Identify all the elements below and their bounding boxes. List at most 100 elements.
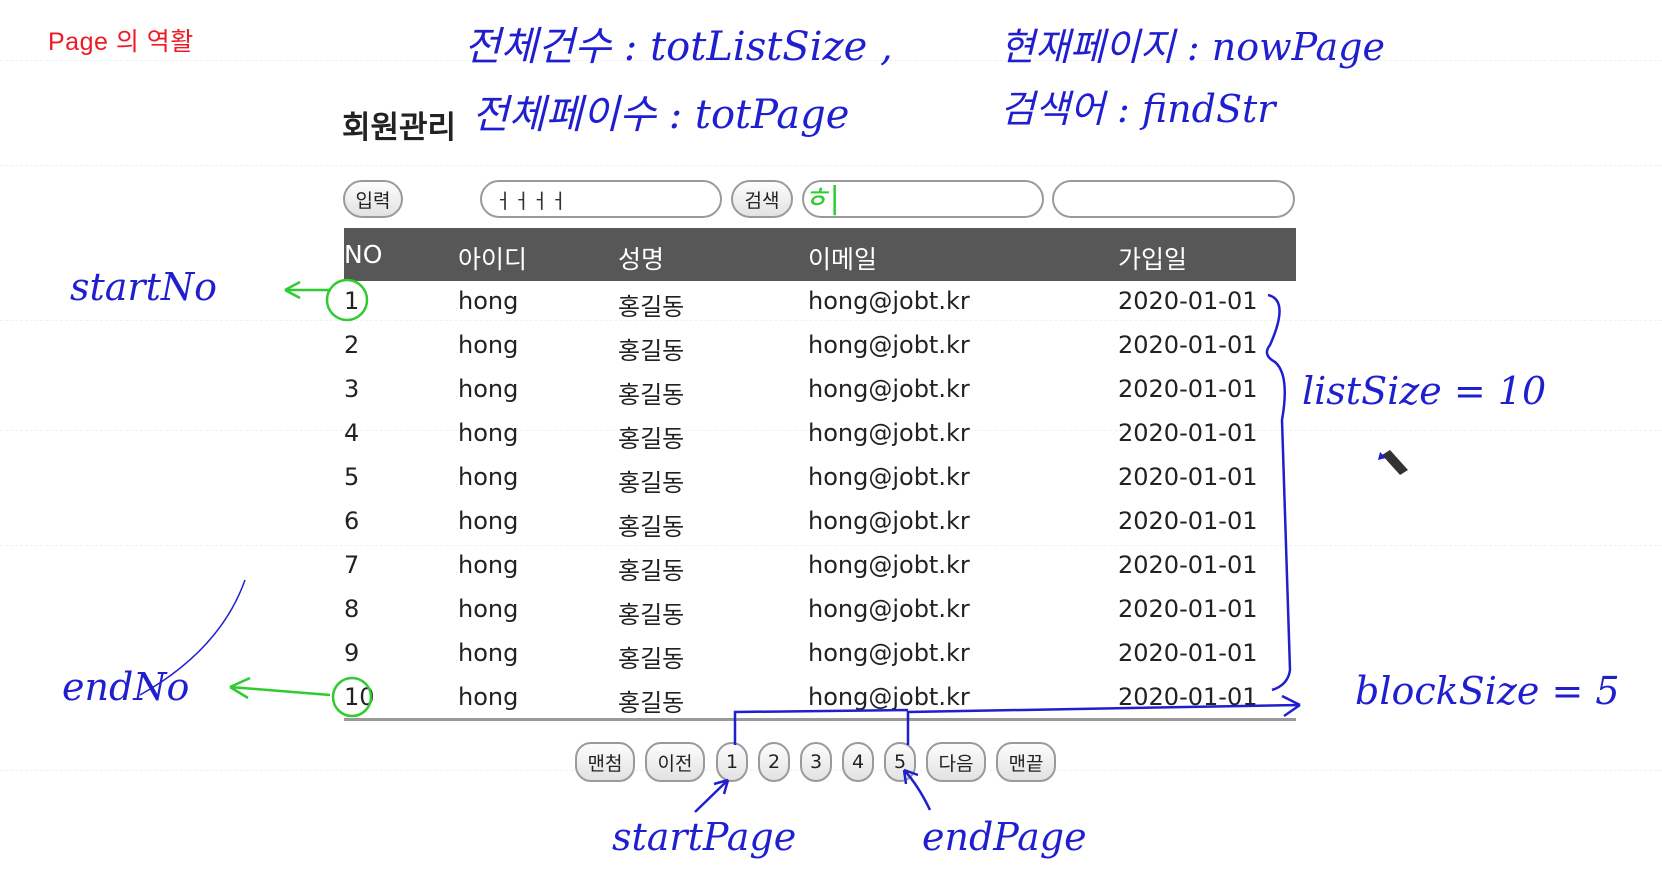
cell-name: 홍길동 xyxy=(618,557,685,585)
column-header-name: 성명 xyxy=(618,245,665,274)
table-row: 2 hong 홍길동 hong@jobt.kr 2020-01-01 xyxy=(344,325,1296,369)
cell-name: 홍길동 xyxy=(618,601,685,629)
cell-no: 10 xyxy=(344,683,375,711)
background-rule xyxy=(0,60,1662,61)
table-row: 10 hong 홍길동 hong@jobt.kr 2020-01-01 xyxy=(344,677,1296,721)
cell-id: hong xyxy=(458,331,519,359)
column-header-email: 이메일 xyxy=(808,245,878,274)
cell-no: 2 xyxy=(344,331,360,359)
tot-page-note: 전체페이수 : totPage xyxy=(472,92,849,138)
pager-page-4[interactable]: 4 xyxy=(842,742,874,782)
end-no-arrow xyxy=(229,676,331,700)
cell-id: hong xyxy=(458,551,519,579)
pager-page-2[interactable]: 2 xyxy=(758,742,790,782)
member-table: NO 아이디 성명 이메일 가입일 1 hong 홍길동 hong@jobt.k… xyxy=(344,228,1296,721)
table-row: 8 hong 홍길동 hong@jobt.kr 2020-01-01 xyxy=(344,589,1296,633)
cell-no: 5 xyxy=(344,463,360,491)
pen-cursor-icon xyxy=(1378,450,1408,475)
cell-no: 8 xyxy=(344,595,360,623)
cell-no: 7 xyxy=(344,551,360,579)
background-rule xyxy=(0,165,1662,166)
cell-join-date: 2020-01-01 xyxy=(1118,463,1258,491)
list-size-note: listSize = 10 xyxy=(1302,369,1546,413)
cell-id: hong xyxy=(458,287,519,315)
cell-id: hong xyxy=(458,639,519,667)
table-header: NO 아이디 성명 이메일 가입일 xyxy=(344,228,1296,281)
cell-join-date: 2020-01-01 xyxy=(1118,287,1258,315)
table-row: 4 hong 홍길동 hong@jobt.kr 2020-01-01 xyxy=(344,413,1296,457)
cell-id: hong xyxy=(458,463,519,491)
cell-id: hong xyxy=(458,595,519,623)
cell-join-date: 2020-01-01 xyxy=(1118,683,1258,711)
cell-id: hong xyxy=(458,683,519,711)
cell-name: 홍길동 xyxy=(618,689,685,717)
start-no-note: startNo xyxy=(70,265,217,309)
start-page-arrow xyxy=(694,778,730,813)
cell-no: 9 xyxy=(344,639,360,667)
stray-pen-stroke xyxy=(139,579,246,696)
pager-page-1[interactable]: 1 xyxy=(716,742,748,782)
search-field-3-input[interactable] xyxy=(1066,187,1281,211)
cell-join-date: 2020-01-01 xyxy=(1118,639,1258,667)
tot-list-size-note: 전체건수 : totListSize , xyxy=(464,24,893,70)
cell-name: 홍길동 xyxy=(618,293,685,321)
end-no-note: endNo xyxy=(62,665,189,709)
input-button[interactable]: 입력 xyxy=(343,180,403,218)
cell-email: hong@jobt.kr xyxy=(808,463,970,491)
start-page-note: startPage xyxy=(612,815,796,859)
cell-name: 홍길동 xyxy=(618,337,685,365)
cell-name: 홍길동 xyxy=(618,513,685,541)
cell-name: 홍길동 xyxy=(618,469,685,497)
search-field-2[interactable] xyxy=(802,180,1044,218)
start-no-arrow xyxy=(284,280,330,300)
pager-last-button[interactable]: 맨끝 xyxy=(996,742,1056,782)
slide-title: Page 의 역활 xyxy=(48,28,194,56)
table-row: 5 hong 홍길동 hong@jobt.kr 2020-01-01 xyxy=(344,457,1296,501)
pager-page-5[interactable]: 5 xyxy=(884,742,916,782)
cell-name: 홍길동 xyxy=(618,645,685,673)
find-str-note: 검색어 : findStr xyxy=(1000,87,1278,131)
pager-first-button[interactable]: 맨첨 xyxy=(575,742,635,782)
cell-no: 6 xyxy=(344,507,360,535)
search-field-1-input[interactable] xyxy=(494,187,708,211)
cell-email: hong@jobt.kr xyxy=(808,507,970,535)
end-page-note: endPage xyxy=(922,815,1087,859)
cell-name: 홍길동 xyxy=(618,425,685,453)
cell-no: 3 xyxy=(344,375,360,403)
page-title: 회원관리 xyxy=(342,110,457,146)
cell-join-date: 2020-01-01 xyxy=(1118,375,1258,403)
search-field-3[interactable] xyxy=(1052,180,1295,218)
cell-no: 4 xyxy=(344,419,360,447)
table-row: 7 hong 홍길동 hong@jobt.kr 2020-01-01 xyxy=(344,545,1296,589)
cell-email: hong@jobt.kr xyxy=(808,551,970,579)
search-field-2-input[interactable] xyxy=(816,187,1030,211)
table-row: 1 hong 홍길동 hong@jobt.kr 2020-01-01 xyxy=(344,281,1296,325)
cell-email: hong@jobt.kr xyxy=(808,683,970,711)
pager-page-3[interactable]: 3 xyxy=(800,742,832,782)
search-field-1[interactable] xyxy=(480,180,722,218)
column-header-id: 아이디 xyxy=(458,245,528,274)
cell-id: hong xyxy=(458,507,519,535)
cell-email: hong@jobt.kr xyxy=(808,419,970,447)
cell-email: hong@jobt.kr xyxy=(808,331,970,359)
cell-join-date: 2020-01-01 xyxy=(1118,331,1258,359)
cell-id: hong xyxy=(458,375,519,403)
table-row: 3 hong 홍길동 hong@jobt.kr 2020-01-01 xyxy=(344,369,1296,413)
pager-next-button[interactable]: 다음 xyxy=(926,742,986,782)
cell-join-date: 2020-01-01 xyxy=(1118,595,1258,623)
table-row: 9 hong 홍길동 hong@jobt.kr 2020-01-01 xyxy=(344,633,1296,677)
cell-id: hong xyxy=(458,419,519,447)
column-header-join-date: 가입일 xyxy=(1118,245,1188,274)
cell-join-date: 2020-01-01 xyxy=(1118,507,1258,535)
cell-email: hong@jobt.kr xyxy=(808,287,970,315)
cell-join-date: 2020-01-01 xyxy=(1118,551,1258,579)
column-header-no: NO xyxy=(344,240,383,269)
pager-prev-button[interactable]: 이전 xyxy=(645,742,705,782)
cell-name: 홍길동 xyxy=(618,381,685,409)
search-button[interactable]: 검색 xyxy=(731,180,793,218)
block-size-note: blockSize = 5 xyxy=(1355,669,1620,713)
cell-no: 1 xyxy=(344,287,360,315)
cell-email: hong@jobt.kr xyxy=(808,595,970,623)
now-page-note: 현재페이지 : nowPage xyxy=(1000,25,1385,69)
cell-email: hong@jobt.kr xyxy=(808,375,970,403)
